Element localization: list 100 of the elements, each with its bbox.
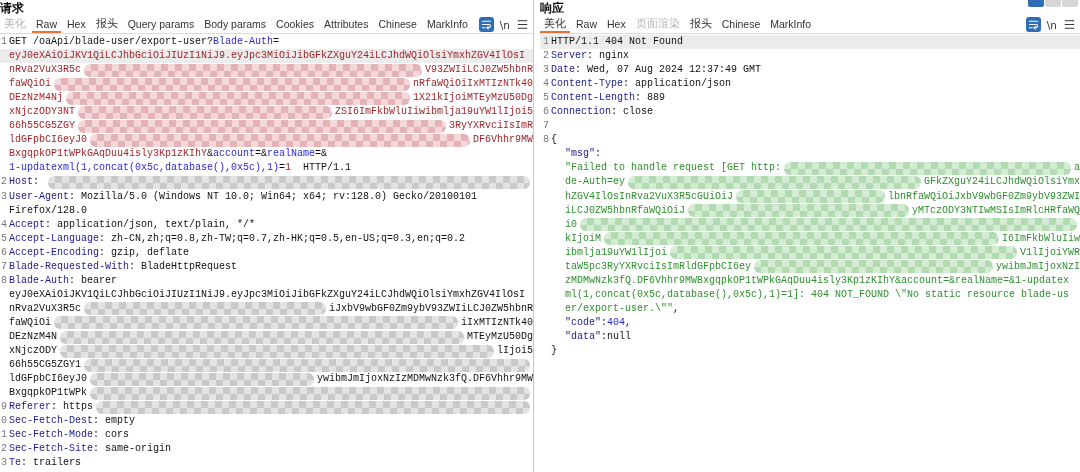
tab[interactable]: Attributes [320, 16, 373, 33]
param-text: Blade-Auth [213, 35, 274, 49]
code-text: : 889 [635, 91, 666, 106]
json-string: yMTczODY3NTIwMSIsImRlcHRfaWQ [911, 203, 1080, 218]
code-text: : empty [93, 414, 136, 429]
code-text: : BladeHttpRequest [129, 259, 238, 274]
code-text: : cors [93, 428, 130, 443]
code-text: BxgqpkOP1tWPk [9, 386, 87, 401]
code-text: ldGFpbCI6eyJ0 [9, 372, 87, 387]
header-name: Sec-Fetch-Dest [9, 414, 93, 429]
json-string: I6ImFkbWluIiw [1002, 231, 1080, 246]
code-text: = [273, 35, 280, 49]
line-number: 9 [1, 401, 7, 413]
token-text: ldGFpbCI6eyJ0 [9, 133, 87, 148]
json-string: taW5pc3RyYXRvciIsImRldGFpbCI6ey [565, 259, 752, 274]
header-name: Connection [551, 105, 611, 120]
tab[interactable]: Hex [603, 16, 630, 33]
header-name: Sec-Fetch-Site [9, 442, 93, 457]
json-string: a [1074, 161, 1080, 176]
tab[interactable]: MarkInfo [422, 16, 472, 33]
json-string: GFkZXguY24iLCJhdWQiOlsiYmx [923, 175, 1080, 190]
header-name: "data" [565, 330, 601, 344]
code-text: : https [51, 400, 94, 415]
code-text: HTTP/1.1 404 Not Found [551, 35, 684, 49]
panel-title: 请求 [0, 0, 24, 16]
line-number: 2 [543, 50, 549, 62]
token-text: xNjczODY3NT [9, 105, 75, 120]
header-name: Server [551, 49, 587, 64]
code-text: : [33, 175, 41, 190]
tab[interactable]: 美化 [540, 16, 570, 33]
code-text: : Wed, 07 Aug 2024 12:37:49 GMT [575, 63, 762, 78]
json-string: lbnRfaWQiOiJxbV9wbGF0Zm9ybV93ZWI [887, 189, 1080, 204]
tab[interactable]: MarkInfo [766, 16, 816, 33]
code-text: eyJ0eXAiOiJKV1QiLCJhbGciOiJIUzI1NiJ9.eyJpc3MiOiJibGFkZXguY24iLCJhdWQiOlsiYmxhZGV4IlOsI [9, 287, 526, 302]
header-name: Accept-Encoding [9, 245, 99, 260]
code-text: DEzNzM4N [9, 330, 57, 344]
wrap-text-button[interactable] [478, 17, 494, 32]
tab[interactable]: Cookies [272, 16, 319, 33]
token-text: DF6Vhhr9MW [473, 133, 533, 148]
json-string: iLCJ0ZW5hbnRfaWQiOiJ [565, 203, 686, 218]
json-string: ml(1,concat(0x5c,database(),0x5c),1)=1]: 404 NOT_FOUND \"No static resource blade-us [565, 287, 1070, 302]
newline-toggle[interactable]: \n [1046, 18, 1057, 31]
tab[interactable]: Hex [63, 16, 90, 33]
code-text: : application/json [623, 77, 732, 92]
header-name: Host [9, 175, 33, 190]
header-name: Date [551, 63, 575, 78]
header-name: Te [9, 456, 21, 471]
token-text: 1X21kIjoiMTEyMzU50Dg [412, 91, 533, 106]
line-number: 5 [1, 232, 7, 244]
code-text: : close [611, 105, 654, 120]
code-text: nRva2VuX3R5c [9, 301, 81, 316]
tab[interactable]: Body params [200, 16, 271, 33]
wrap-text-button[interactable] [1025, 17, 1041, 32]
line-number: 4 [1, 218, 7, 230]
code-text: lIjoi5 [497, 344, 533, 359]
tab[interactable]: Raw [32, 16, 61, 33]
line-number: 4 [543, 78, 549, 90]
token-text: 66h55CG5ZGY [9, 119, 75, 134]
code-text: : application/json, text/plain, */* [45, 217, 256, 232]
line-number: 3 [543, 64, 549, 76]
line-number: 6 [1, 246, 7, 258]
code-text: =& [255, 147, 268, 162]
tab[interactable]: Chinese [717, 16, 765, 33]
line-number: 5 [543, 92, 549, 104]
json-string: ibmlja19uYW1lIjoi [565, 245, 668, 260]
line-number: 0 [1, 415, 7, 427]
tab[interactable]: Chinese [374, 16, 421, 33]
code-text: : nginx [587, 49, 630, 64]
tab[interactable]: 报头 [91, 16, 122, 33]
tab[interactable]: Query params [123, 16, 199, 33]
code-text: xNjczODY [9, 344, 57, 359]
code-text: : Mozilla/5.0 (Windows NT 10.0; Win64; x64; rv:128.0) Gecko/20100101 [69, 189, 478, 204]
tab[interactable]: Raw [572, 16, 601, 33]
header-name: Content-Type [551, 77, 623, 92]
param-text: realName [267, 147, 316, 162]
token-text: nRva2VuX3R5c [9, 63, 81, 78]
header-name: Blade-Requested-With [9, 259, 130, 274]
menu-icon[interactable] [516, 18, 529, 31]
json-string: "Failed to handle request [GET http: [565, 161, 782, 176]
line-number: 7 [543, 120, 549, 132]
line-number: 8 [1, 274, 7, 286]
header-name: Blade-Auth [9, 273, 69, 288]
token-text: nRfaWQiOiIxMTIzNTk40 [412, 77, 533, 92]
token-text: 1 [285, 161, 292, 176]
menu-icon[interactable] [1063, 18, 1076, 31]
code-text: = [279, 161, 286, 176]
token-text: 3RyYXRvciIsImR [449, 119, 533, 134]
line-number: 3 [1, 457, 7, 469]
line-number: 1 [543, 36, 549, 47]
code-text: HTTP/1.1 [302, 161, 352, 176]
code-text: } [551, 344, 557, 359]
line-number: 8 [543, 134, 549, 146]
code-text: : zh-CN,zh;q=0.8,zh-TW;q=0.7,zh-HK;q=0.5,en-US;q=0.3,en;q=0.2 [99, 231, 466, 246]
newline-toggle[interactable]: \n [499, 18, 510, 31]
line-number: 1 [1, 429, 7, 441]
header-name: Sec-Fetch-Mode [9, 428, 93, 443]
code-text: iIxMTIzNTk40 [461, 315, 533, 330]
code-text: : trailers [21, 456, 82, 471]
tab[interactable]: 报头 [685, 16, 716, 33]
code-text: , [625, 315, 632, 330]
